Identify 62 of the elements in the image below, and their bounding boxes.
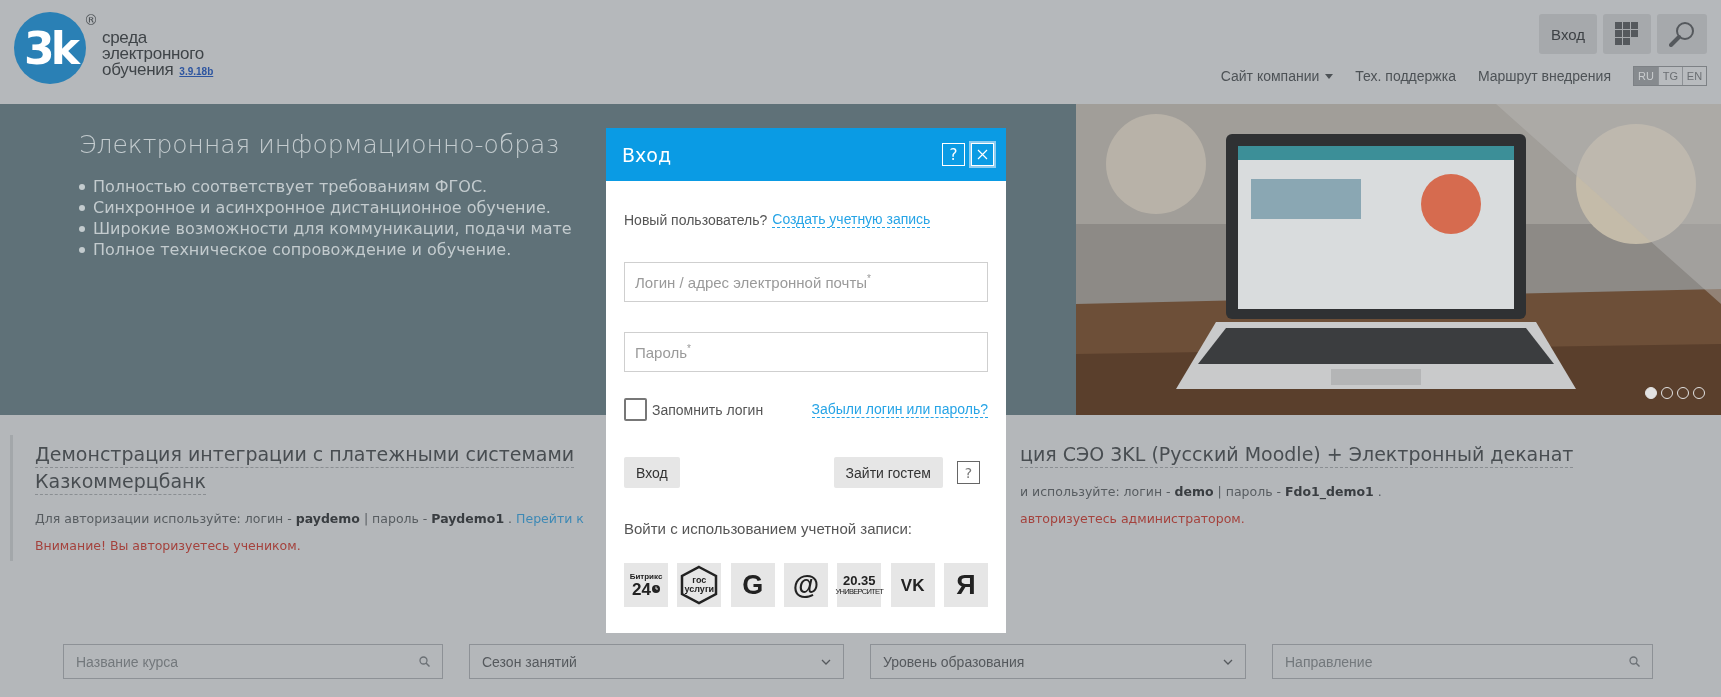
- hero-title: Электронная информационно-образ: [79, 130, 559, 159]
- search-field[interactable]: Направление: [1272, 644, 1653, 679]
- search-field[interactable]: Название курса: [63, 644, 443, 679]
- warning-text: Внимание! Вы авторизуетесь учеником.: [35, 537, 302, 555]
- search-icon: [1669, 21, 1695, 47]
- language-tab[interactable]: RU: [1634, 67, 1658, 85]
- close-button[interactable]: [971, 143, 994, 166]
- feature-text: Синхронное и асинхронное дистанционное обучение.: [93, 198, 551, 217]
- social-login-button[interactable]: VK: [890, 563, 935, 607]
- social-login-button[interactable]: @: [784, 563, 828, 607]
- login-button[interactable]: Вход: [1539, 14, 1597, 54]
- login-button[interactable]: Вход: [624, 457, 680, 488]
- social-login-button[interactable]: гос услуги: [677, 563, 722, 607]
- bullet-icon: [79, 246, 85, 253]
- chevron-down-icon: [1223, 658, 1233, 665]
- feature-text: Полностью соответствует требованиям ФГОС.: [93, 177, 488, 196]
- new-user-text: Новый пользователь?: [624, 211, 768, 228]
- credentials-text: и используйте: логин - demo | пароль - Fdo1_demo1 .: [1020, 484, 1382, 499]
- logo-text: электронного: [102, 46, 205, 62]
- warning-text: авторизуетесь администратором.: [1020, 510, 1246, 528]
- demo-title[interactable]: ция СЭО 3KL (Русский Moodle) + Электронный деканат: [1020, 441, 1574, 468]
- logo-mark: 3k: [14, 12, 86, 84]
- search-icon: [1629, 656, 1640, 667]
- demo-title[interactable]: Казкоммерцбанк: [35, 468, 206, 495]
- nav-link[interactable]: Сайт компании: [1220, 68, 1334, 84]
- checkbox[interactable]: [624, 398, 647, 421]
- nav-link[interactable]: Маршрут внедрения: [1477, 68, 1611, 84]
- nav-link[interactable]: Тех. поддержка: [1355, 68, 1456, 84]
- feature-text: Широкие возможности для коммуникации, подачи мате: [93, 219, 572, 238]
- select-field[interactable]: Сезон занятий: [469, 644, 844, 679]
- social-login-title: Войти с использованием учетной записи:: [624, 520, 913, 537]
- help-button[interactable]: ?: [957, 461, 980, 484]
- bullet-icon: [79, 183, 85, 190]
- chevron-down-icon: [821, 658, 831, 665]
- clock-icon: [651, 585, 660, 593]
- password-field[interactable]: Пароль$^{*}$: [624, 332, 988, 372]
- login-field[interactable]: Логин / адрес электронной почты$^{*}$: [624, 262, 988, 302]
- logo-text: обучения: [102, 62, 174, 78]
- help-button[interactable]: ?: [942, 143, 965, 166]
- registered-mark: ®: [84, 12, 98, 28]
- forgot-password-link[interactable]: Забыли логин или пароль?: [811, 401, 988, 418]
- logo-text: среда: [102, 30, 149, 46]
- search-icon: [419, 656, 430, 667]
- guest-login-button[interactable]: Зайти гостем: [833, 457, 943, 488]
- hexagon-icon: [679, 565, 720, 605]
- credentials-text: Для авторизации используйте: логин - paydemo | пароль - Paydemo1 .: [35, 511, 513, 526]
- bullet-icon: [79, 204, 85, 211]
- social-login-button[interactable]: G: [730, 563, 775, 607]
- social-login-button[interactable]: Я: [943, 563, 988, 607]
- version-link[interactable]: 3.9.18b: [179, 66, 214, 77]
- checkbox-label: Запомнить логин: [652, 401, 764, 418]
- apps-button[interactable]: [1603, 14, 1651, 54]
- create-account-link[interactable]: Создать учетную запись: [772, 211, 931, 228]
- close-icon: [977, 149, 988, 160]
- social-login-button[interactable]: Битрикс 24: [624, 563, 668, 607]
- search-button[interactable]: [1657, 14, 1707, 54]
- dialog-title: Вход: [622, 143, 672, 166]
- feature-text: Полное техническое сопровождение и обучение.: [93, 240, 512, 259]
- bullet-icon: [79, 225, 85, 232]
- select-field[interactable]: Уровень образования: [870, 644, 1246, 679]
- demo-title[interactable]: Демонстрация интеграции с платежными системами: [35, 441, 575, 468]
- grid-icon: [1615, 22, 1639, 46]
